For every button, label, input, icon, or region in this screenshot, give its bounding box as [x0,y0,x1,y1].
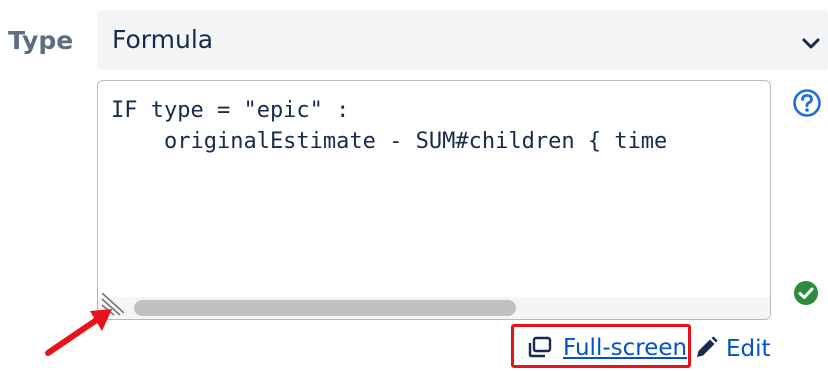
fullscreen-link[interactable]: Full-screen [563,335,687,361]
type-select-value: Formula [112,25,214,54]
code-line: originalEstimate - SUM#children { time [111,129,668,154]
window-restore-icon[interactable] [528,336,552,358]
formula-editor[interactable]: IF type = "epic" : originalEstimate - SU… [97,80,771,320]
code-line: IF type = "epic" : [111,98,350,123]
pencil-icon[interactable] [694,336,718,360]
scrollbar-thumb[interactable] [134,300,516,316]
type-label: Type [8,26,74,55]
arrow-annotation-icon [45,309,112,356]
edit-link[interactable]: Edit [726,336,771,362]
check-circle-icon [794,281,818,305]
formula-code[interactable]: IF type = "epic" : originalEstimate - SU… [111,95,667,157]
type-select[interactable]: Formula [97,10,828,70]
horizontal-scrollbar[interactable] [98,297,770,319]
question-circle-icon[interactable] [792,88,822,118]
chevron-down-icon [802,38,820,49]
